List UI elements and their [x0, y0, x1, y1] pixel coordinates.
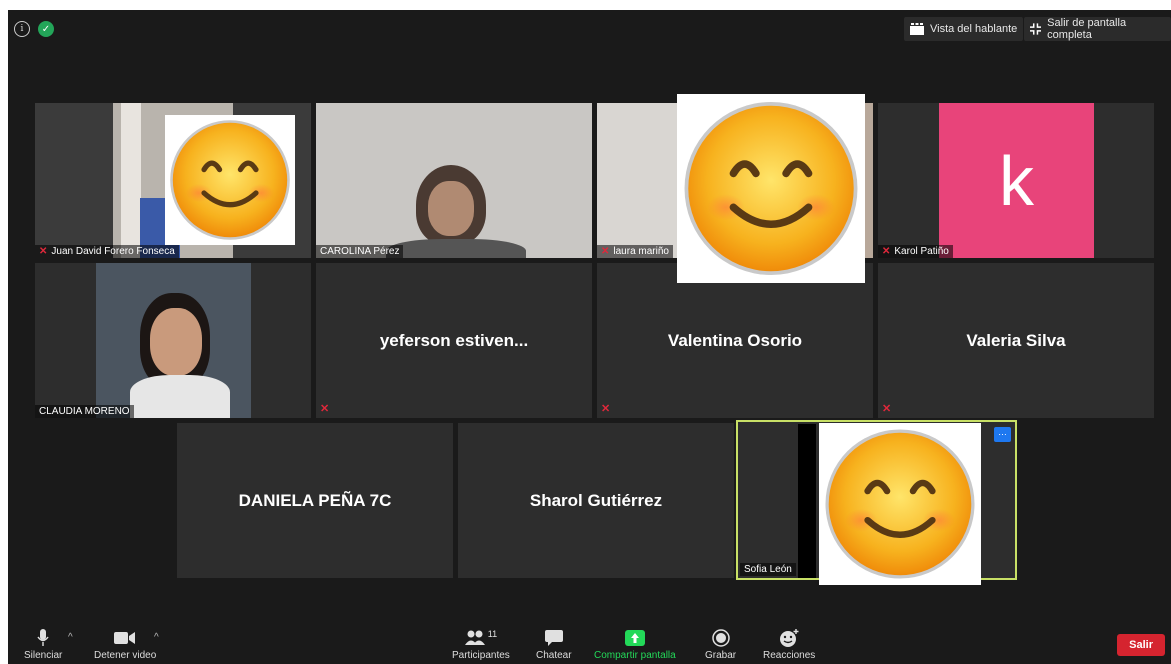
mic-muted-icon: ✕: [882, 246, 891, 257]
share-screen-icon: [624, 628, 645, 648]
participant-name-tag: ✕ Juan David Forero Fonseca: [35, 245, 179, 258]
speaker-view-icon: [910, 23, 924, 35]
exit-fullscreen-icon: [1030, 23, 1042, 35]
participant-display-name: Valeria Silva: [966, 330, 1066, 350]
info-icon[interactable]: i: [14, 21, 30, 37]
participants-button[interactable]: 11 Participantes: [452, 628, 510, 661]
participant-name-tag: ✕ Karol Patiño: [878, 245, 953, 258]
video-tile-sharol[interactable]: Sharol Gutiérrez: [458, 423, 734, 578]
chat-bubble-icon: [544, 628, 563, 648]
meeting-toolbar: Silenciar ^ Detener video ^ 11 Participa…: [8, 620, 1171, 664]
participant-display-name: DANIELA PEÑA 7C: [238, 490, 392, 510]
smiley-emoji-icon: [165, 115, 295, 245]
chevron-up-icon[interactable]: ^: [154, 632, 159, 643]
participant-display-name: Sharol Gutiérrez: [529, 490, 663, 510]
chat-label: Chatear: [536, 650, 572, 661]
video-tile-valentina[interactable]: Valentina Osorio ✕: [597, 263, 873, 418]
record-icon: [711, 628, 730, 648]
reactions-smiley-icon: [779, 628, 799, 648]
reactions-label: Reacciones: [763, 650, 816, 661]
record-label: Grabar: [705, 650, 737, 661]
video-tile-claudia[interactable]: CLAUDIA MORENO: [35, 263, 311, 418]
microphone-icon: [37, 628, 49, 648]
avatar: k: [939, 103, 1094, 258]
stop-video-button[interactable]: Detener video: [94, 628, 156, 661]
mic-muted-icon: ✕: [601, 246, 610, 257]
video-tile-karol[interactable]: k ✕ Karol Patiño: [878, 103, 1154, 258]
mute-label: Silenciar: [24, 650, 63, 661]
chevron-up-icon[interactable]: ^: [68, 632, 73, 643]
mic-muted-icon: ✕: [39, 246, 48, 257]
participant-display-name: Valentina Osorio: [667, 330, 803, 350]
mic-muted-icon: ✕: [882, 403, 892, 415]
participant-display-name: yeferson estiven...: [379, 330, 529, 350]
share-label: Compartir pantalla: [594, 650, 676, 661]
top-left-icons: i ✓: [14, 21, 54, 37]
participant-name-tag: CLAUDIA MORENO: [35, 405, 134, 418]
leave-label: Salir: [1129, 639, 1153, 651]
participant-name-tag: CAROLINA Pérez: [316, 245, 404, 258]
mic-muted-icon: ✕: [320, 403, 330, 415]
video-tile-yeferson[interactable]: yeferson estiven... ✕: [316, 263, 592, 418]
video-tile-carolina[interactable]: CAROLINA Pérez: [316, 103, 592, 258]
more-options-button[interactable]: …: [994, 427, 1011, 442]
speaker-view-label: Vista del hablante: [930, 23, 1018, 35]
mic-muted-icon: ✕: [601, 403, 611, 415]
stop-video-label: Detener video: [94, 650, 157, 661]
video-camera-icon: [114, 628, 136, 648]
video-tile-valeria[interactable]: Valeria Silva ✕: [878, 263, 1154, 418]
record-button[interactable]: Grabar: [705, 628, 736, 661]
speaker-view-button[interactable]: Vista del hablante: [904, 17, 1024, 41]
video-tile-daniela[interactable]: DANIELA PEÑA 7C: [177, 423, 453, 578]
share-screen-button[interactable]: Compartir pantalla: [594, 628, 676, 661]
participant-name-tag: Sofia León: [740, 563, 796, 576]
exit-fullscreen-button[interactable]: Salir de pantalla completa: [1024, 17, 1171, 41]
leave-button[interactable]: Salir: [1117, 634, 1165, 656]
avatar-letter: k: [999, 141, 1034, 220]
exit-fullscreen-label: Salir de pantalla completa: [1047, 17, 1127, 41]
reactions-button[interactable]: Reacciones: [763, 628, 815, 661]
participants-label: Participantes: [452, 650, 510, 661]
security-shield-icon[interactable]: ✓: [38, 21, 54, 37]
chat-button[interactable]: Chatear: [536, 628, 572, 661]
participant-name-tag: ✕ laura mariño: [597, 245, 673, 258]
participants-icon: 11: [464, 628, 498, 648]
smiley-emoji-icon: [677, 94, 865, 283]
smiley-emoji-icon: [819, 423, 981, 585]
participants-count: 11: [487, 629, 498, 639]
mute-button[interactable]: Silenciar: [24, 628, 62, 661]
